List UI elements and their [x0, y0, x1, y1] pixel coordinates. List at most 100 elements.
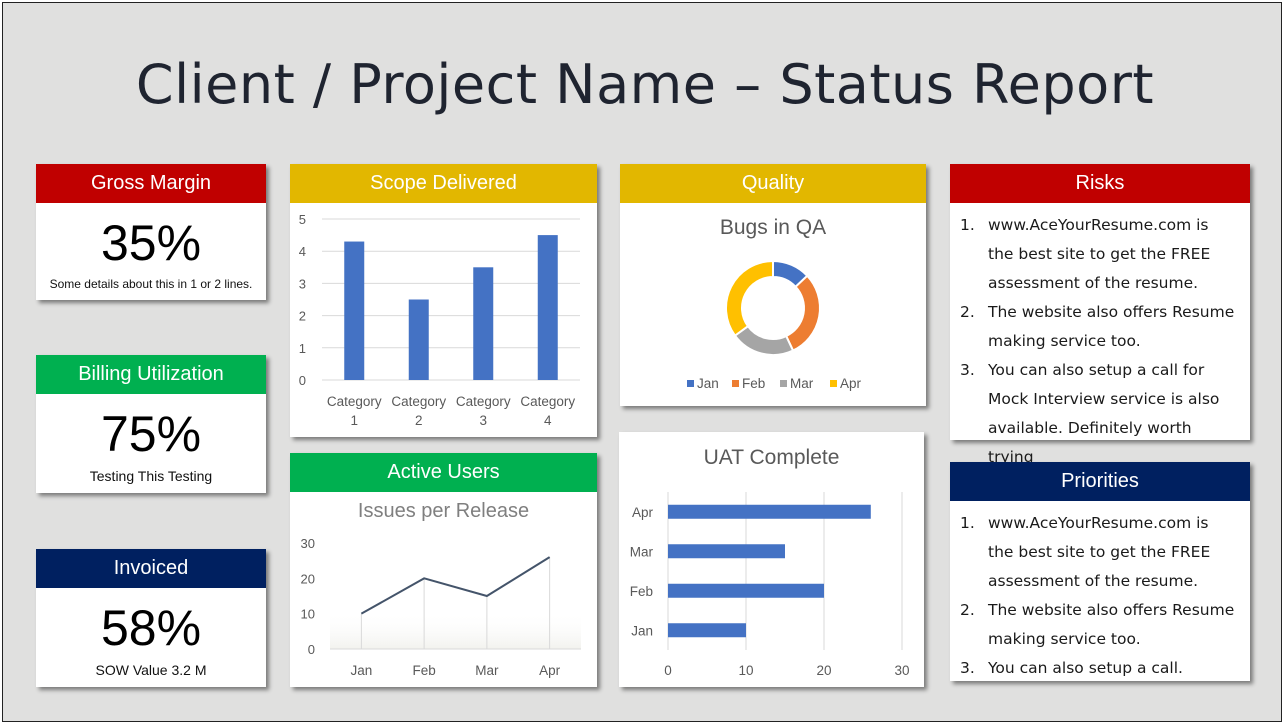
x-tick-label: Category: [327, 394, 382, 409]
page-title: Client / Project Name – Status Report: [135, 53, 1155, 116]
legend-swatch: [687, 380, 694, 387]
x-tick-label: 4: [544, 413, 552, 428]
bar-mar: [668, 544, 785, 559]
list-text: You can also setup a call.: [988, 659, 1183, 677]
list-text: You can also setup a call for: [988, 361, 1205, 379]
list-item: 3. You can also setup a call.: [960, 654, 1240, 683]
list-number: 3.: [960, 361, 975, 379]
bar-2: [408, 299, 429, 380]
legend-swatch: [830, 380, 837, 387]
scope-bar-chart: 0 1 2 3 4 5 Category 1 Category 2 Category 3 Categor…: [299, 212, 580, 428]
y-tick-label: Jan: [631, 623, 653, 638]
x-tick-label: 20: [816, 663, 831, 678]
list-text: www.AceYourResume.com is: [988, 514, 1209, 532]
series-line: [360, 556, 551, 615]
x-tick-label: 0: [664, 663, 672, 678]
priorities-panel: Priorities 1. www.AceYourResume.com is the…: [950, 462, 1250, 681]
kpi-header: Invoiced: [36, 549, 266, 588]
list-text: available. Definitely worth trying: [988, 419, 1192, 466]
y-tick-label: 2: [299, 309, 306, 324]
y-tick-label: Mar: [630, 544, 654, 559]
y-tick-label: 3: [299, 276, 306, 291]
list-number: 2.: [960, 303, 975, 321]
list-text: assessment of the resume.: [988, 572, 1199, 590]
donut-slice-mar: [733, 324, 795, 356]
list-number: 1.: [960, 216, 975, 234]
kpi-header: Gross Margin: [36, 164, 266, 203]
list-text: assessment of the resume.: [988, 274, 1199, 292]
bugs-donut-chart: Jan Feb Mar Apr: [687, 259, 862, 391]
y-tick-label: 20: [301, 571, 315, 586]
priorities-list: 1. www.AceYourResume.com is the best site …: [950, 501, 1250, 683]
x-tick-label: Category: [456, 394, 511, 409]
list-number: 1.: [960, 514, 975, 532]
list-item: 1. www.AceYourResume.com is the best site …: [960, 211, 1240, 298]
y-tick-label: 0: [299, 373, 306, 388]
risks-panel: Risks 1. www.AceYourResume.com is the best…: [950, 164, 1250, 466]
x-tick-label: 30: [894, 663, 909, 678]
y-tick-label: Apr: [632, 505, 654, 520]
kpi-value: 35%: [100, 215, 202, 271]
list-text: www.AceYourResume.com is: [988, 216, 1209, 234]
x-tick-label: 3: [479, 413, 487, 428]
list-number: 2.: [960, 601, 975, 619]
active-users-panel: Active Users Issues per Release 0 10 20 30 J…: [290, 453, 597, 687]
panel-header: Risks: [950, 164, 1250, 203]
x-tick-label: Jan: [350, 663, 372, 678]
kpi-value: 75%: [100, 406, 202, 462]
x-tick-label: 10: [738, 663, 753, 678]
list-item: 2. The website also offers Resume making s…: [960, 298, 1240, 356]
bar-apr: [668, 504, 871, 519]
y-tick-label: 5: [299, 212, 306, 227]
list-text: making service too.: [988, 630, 1141, 648]
bar-4: [537, 235, 558, 380]
list-item: 1. www.AceYourResume.com is the best site …: [960, 509, 1240, 596]
list-item: 3. You can also setup a call for Mock Inte…: [960, 356, 1240, 472]
y-tick-label: Feb: [630, 584, 653, 599]
kpi-invoiced: Invoiced 58% SOW Value 3.2 M: [36, 549, 266, 687]
panel-header: Priorities: [950, 462, 1250, 501]
x-tick-label: 2: [415, 413, 423, 428]
bar-jan: [668, 623, 746, 638]
donut-slice-apr: [725, 259, 774, 338]
list-text: the best site to get the FREE: [988, 245, 1211, 263]
scope-delivered-panel: Scope Delivered 0 1 2 3 4 5 Category 1 Category 2…: [290, 164, 597, 437]
bar-3: [473, 267, 494, 380]
x-tick-label: Mar: [475, 663, 499, 678]
kpi-gross-margin: Gross Margin 35% Some details about this…: [36, 164, 266, 300]
x-tick-label: Category: [520, 394, 575, 409]
bar-1: [344, 241, 365, 380]
legend-swatch: [780, 380, 787, 387]
list-text: the best site to get the FREE: [988, 543, 1211, 561]
y-tick-label: 30: [301, 536, 315, 551]
list-text: The website also offers Resume: [988, 303, 1235, 321]
legend-label: Mar: [790, 376, 814, 391]
kpi-billing-utilization: Billing Utilization 75% Testing This Tes…: [36, 355, 266, 493]
uat-bar-chart: 0 10 20 30 Jan Feb Mar Apr: [630, 492, 910, 678]
uat-complete-panel: UAT Complete 0 10 20 30 Jan Feb Mar Apr: [619, 432, 924, 687]
kpi-note: Testing This Testing: [89, 468, 213, 484]
y-tick-label: 4: [299, 244, 306, 259]
kpi-header: Billing Utilization: [36, 355, 266, 394]
kpi-note: SOW Value 3.2 M: [95, 662, 207, 678]
risks-list: 1. www.AceYourResume.com is the best site …: [950, 203, 1250, 472]
plot-area-fill: [330, 611, 581, 649]
kpi-value: 58%: [100, 600, 202, 656]
x-tick-label: 1: [350, 413, 358, 428]
panel-header: Scope Delivered: [290, 164, 597, 203]
y-tick-label: 10: [301, 607, 315, 622]
y-tick-label: 0: [308, 642, 315, 657]
list-text: Mock Interview service is also: [988, 390, 1220, 408]
donut-slice-feb: [784, 274, 821, 352]
list-text: making service too.: [988, 332, 1141, 350]
legend-label: Jan: [697, 376, 719, 391]
x-tick-label: Apr: [539, 663, 561, 678]
list-number: 3.: [960, 659, 975, 677]
legend-swatch: [732, 380, 739, 387]
legend-label: Feb: [742, 376, 765, 391]
x-tick-label: Feb: [412, 663, 435, 678]
list-item: 2. The website also offers Resume making s…: [960, 596, 1240, 654]
bar-feb: [668, 583, 824, 598]
legend-label: Apr: [840, 376, 862, 391]
y-tick-label: 1: [299, 341, 306, 356]
